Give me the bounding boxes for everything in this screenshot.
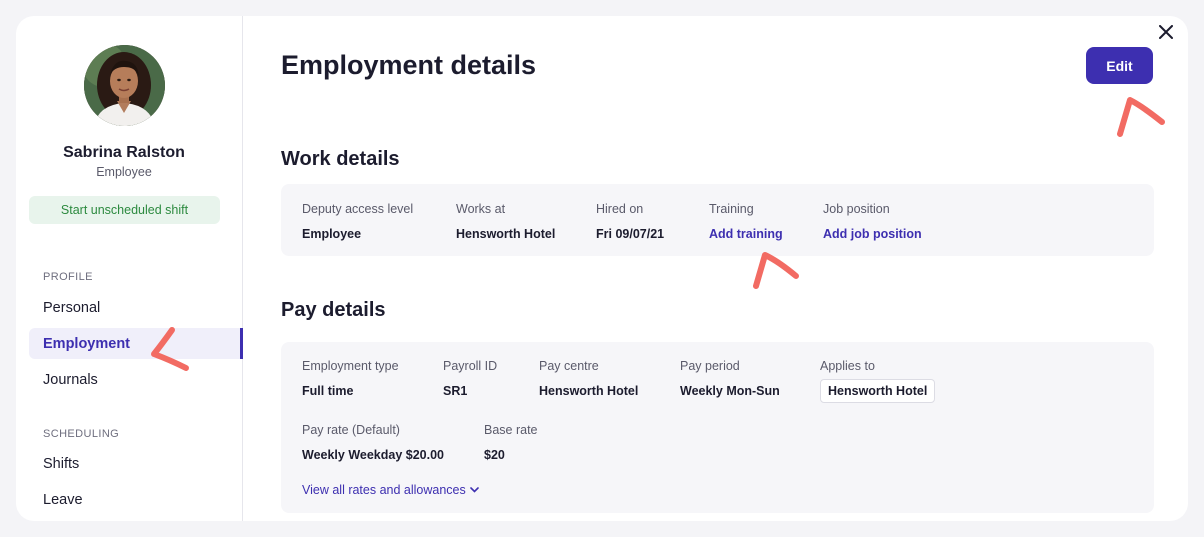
field-value: Employee — [302, 227, 362, 241]
user-name: Sabrina Ralston — [63, 144, 185, 161]
avatar — [84, 45, 165, 126]
pay-details-card: Employment type Full time Payroll ID SR1… — [281, 342, 1154, 513]
field-base-rate: Base rate $20 — [484, 423, 538, 462]
section-label-profile: PROFILE — [43, 271, 93, 283]
field-label: Employment type — [302, 359, 399, 373]
field-label: Pay centre — [539, 359, 599, 373]
sidebar-item-personal[interactable]: Personal — [29, 292, 243, 323]
field-access-level: Deputy access level Employee — [302, 202, 413, 241]
field-training: Training Add training — [709, 202, 783, 241]
field-works-at: Works at Hensworth Hotel — [456, 202, 555, 241]
field-value: Hensworth Hotel — [456, 227, 556, 241]
field-label: Deputy access level — [302, 202, 414, 216]
field-job-position: Job position Add job position — [823, 202, 922, 241]
close-button[interactable] — [1156, 22, 1176, 42]
field-label: Works at — [456, 202, 506, 216]
field-label: Applies to — [820, 359, 875, 373]
field-pay-period: Pay period Weekly Mon-Sun — [680, 359, 780, 398]
section-label-scheduling: SCHEDULING — [43, 428, 120, 440]
close-icon — [1159, 25, 1173, 39]
view-all-rates-link[interactable]: View all rates and allowances — [302, 483, 479, 497]
field-pay-centre: Pay centre Hensworth Hotel — [539, 359, 638, 398]
sidebar-item-shifts[interactable]: Shifts — [29, 448, 243, 479]
sidebar-item-leave[interactable]: Leave — [29, 484, 243, 515]
field-label: Hired on — [596, 202, 644, 216]
annotation-arrow-employment — [151, 327, 189, 371]
field-value: Fri 09/07/21 — [596, 227, 665, 241]
annotation-arrow-edit — [1117, 97, 1165, 137]
add-job-position-link[interactable]: Add job position — [823, 227, 922, 241]
work-details-card: Deputy access level Employee Works at He… — [281, 184, 1154, 256]
field-hired-on: Hired on Fri 09/07/21 — [596, 202, 664, 241]
applies-to-tag: Hensworth Hotel — [820, 379, 936, 403]
chevron-down-icon — [469, 487, 479, 493]
sidebar-item-journals[interactable]: Journals — [29, 364, 243, 395]
profile-sidebar: Sabrina Ralston Employee Start unschedul… — [16, 16, 243, 521]
field-value: Full time — [302, 384, 354, 398]
annotation-arrow-training — [753, 252, 799, 289]
field-value: Hensworth Hotel — [539, 384, 639, 398]
start-unscheduled-shift-button[interactable]: Start unscheduled shift — [29, 196, 220, 224]
field-value: Weekly Mon-Sun — [680, 384, 780, 398]
pay-details-heading: Pay details — [281, 299, 386, 321]
field-label: Pay rate (Default) — [302, 423, 400, 437]
field-payroll-id: Payroll ID SR1 — [443, 359, 497, 398]
page-title: Employment details — [281, 50, 537, 80]
field-label: Payroll ID — [443, 359, 498, 373]
field-applies-to: Applies to Hensworth Hotel — [820, 359, 936, 403]
field-label: Base rate — [484, 423, 538, 437]
field-label: Job position — [823, 202, 890, 216]
user-role: Employee — [96, 165, 152, 179]
edit-button[interactable]: Edit — [1086, 47, 1153, 84]
field-employment-type: Employment type Full time — [302, 359, 399, 398]
field-label: Training — [709, 202, 754, 216]
field-value: Weekly Weekday $20.00 — [302, 448, 444, 462]
add-training-link[interactable]: Add training — [709, 227, 783, 241]
field-value: SR1 — [443, 384, 468, 398]
sidebar-item-employment[interactable]: Employment — [29, 328, 243, 359]
work-details-heading: Work details — [281, 148, 400, 170]
view-rates-label: View all rates and allowances — [302, 483, 466, 497]
field-pay-rate: Pay rate (Default) Weekly Weekday $20.00 — [302, 423, 444, 462]
field-value: $20 — [484, 448, 505, 462]
employee-profile-modal: Sabrina Ralston Employee Start unschedul… — [16, 16, 1188, 521]
field-label: Pay period — [680, 359, 740, 373]
